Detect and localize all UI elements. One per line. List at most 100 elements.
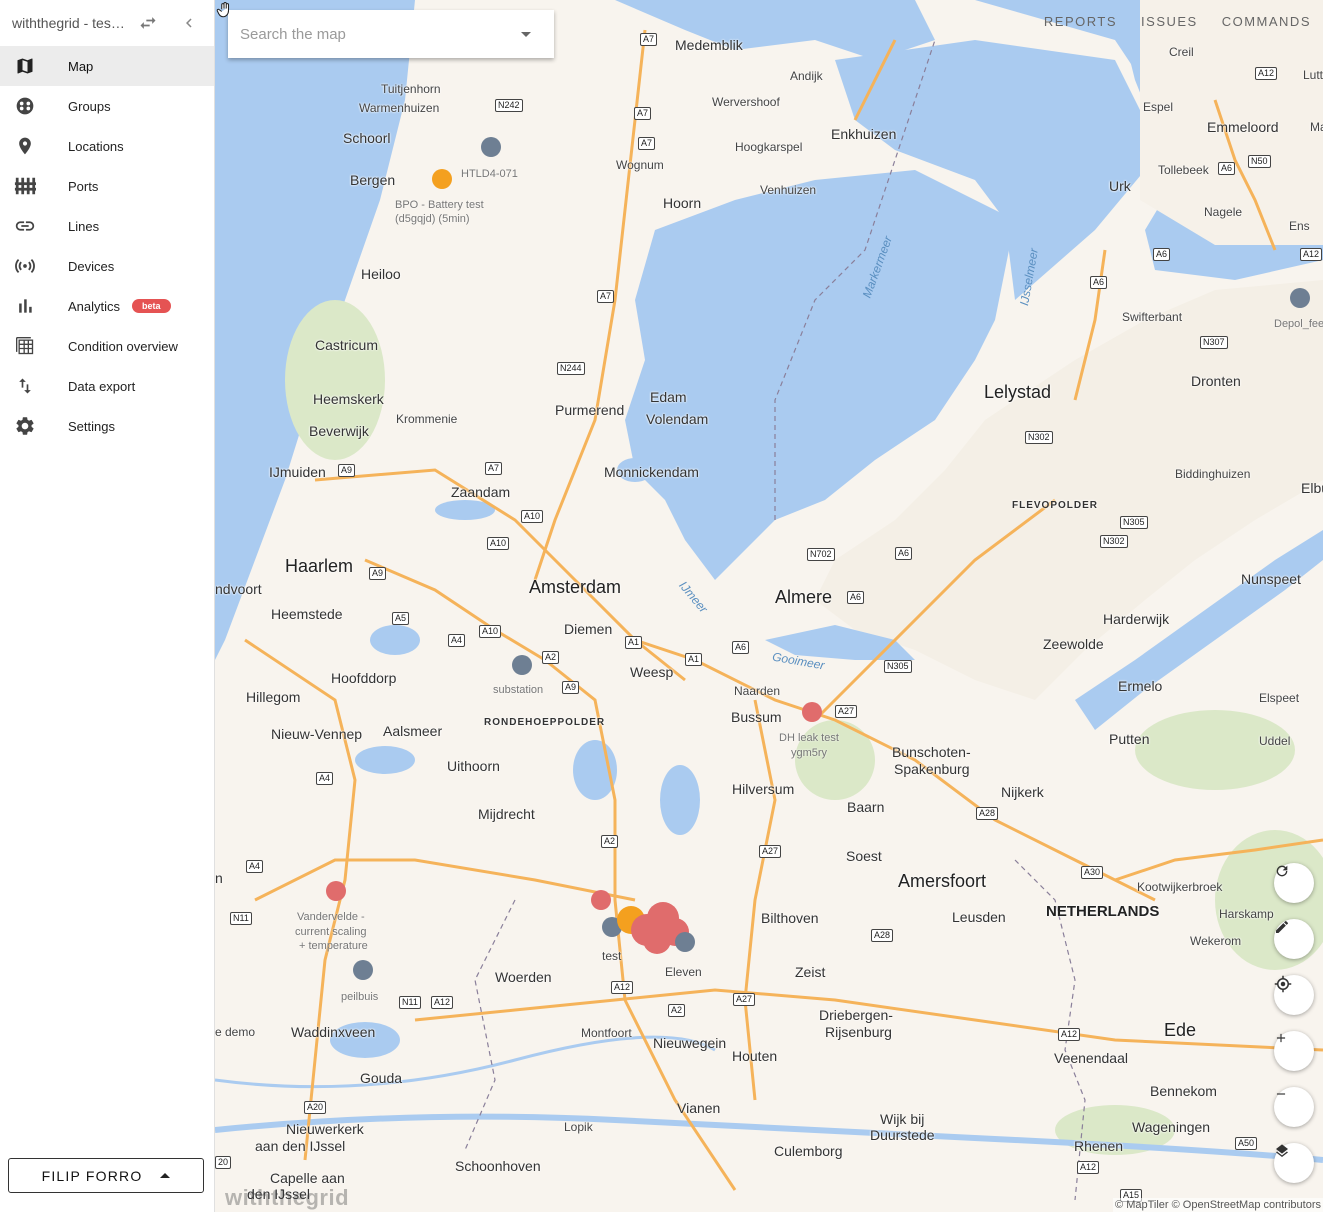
place-label: Krommenie <box>396 412 458 426</box>
nav-commands[interactable]: COMMANDS <box>1210 14 1323 29</box>
road-shield: A2 <box>668 1004 686 1017</box>
marker-label[interactable]: Vandervelde - <box>297 911 365 923</box>
marker-label[interactable]: substation <box>493 684 543 696</box>
place-label: Duurstede <box>870 1127 935 1143</box>
place-label: Dronten <box>1191 373 1241 389</box>
marker-label[interactable]: peilbuis <box>341 991 378 1003</box>
place-label: Wijk bij <box>880 1111 925 1127</box>
place-label: Waddinxveen <box>291 1024 376 1040</box>
place-label: Volendam <box>646 411 709 427</box>
nav-item-map[interactable]: Map <box>0 46 214 86</box>
place-label: Hilversum <box>732 781 795 797</box>
road-shield: A6 <box>847 591 865 604</box>
zoom-out-icon <box>1276 1093 1286 1095</box>
place-label: Bunschoten- <box>892 744 971 760</box>
groups-icon <box>14 95 36 117</box>
place-label: Beverwijk <box>309 423 369 439</box>
place-label: Bussum <box>731 709 782 725</box>
nav-item-groups[interactable]: Groups <box>0 86 214 126</box>
road-shield: N702 <box>807 548 835 561</box>
marker-label[interactable]: (d5gqjd) (5min) <box>395 213 470 225</box>
marker-label[interactable]: BPO - Battery test <box>395 199 484 211</box>
place-label: Nieuw-Vennep <box>271 726 363 742</box>
marker-label[interactable]: current scaling <box>295 926 367 938</box>
marker-label[interactable]: DH leak test <box>779 732 839 744</box>
map-canvas[interactable]: Medemblik Andijk Wervershoof Enkhuizen H… <box>215 0 1323 1212</box>
place-label: Veenendaal <box>1054 1050 1128 1066</box>
road-shield: A7 <box>485 462 503 475</box>
user-menu-button[interactable]: FILIP FORRO <box>8 1158 204 1193</box>
zoom-in-icon <box>1276 1033 1286 1043</box>
place-label: Nieuwerkerk <box>286 1121 364 1137</box>
nav-reports[interactable]: REPORTS <box>1032 14 1129 29</box>
nav-item-settings[interactable]: Settings <box>0 406 214 446</box>
refresh-button[interactable] <box>1274 863 1314 903</box>
road-shield: A20 <box>304 1101 327 1114</box>
place-label: Tuitjenhorn <box>381 82 441 96</box>
nav-item-lines[interactable]: Lines <box>0 206 214 246</box>
marker-label[interactable]: + temperature <box>299 940 368 952</box>
nav-item-data-export[interactable]: Data export <box>0 366 214 406</box>
place-label: Capelle aan <box>270 1170 345 1186</box>
nav-item-analytics[interactable]: Analytics beta <box>0 286 214 326</box>
place-label: Haarlem <box>285 556 354 576</box>
country-label: NETHERLANDS <box>1046 903 1160 920</box>
location-pin-icon <box>14 135 36 157</box>
nav-item-ports[interactable]: Ports <box>0 166 214 206</box>
place-label: Heemstede <box>271 606 343 622</box>
road-shield: A12 <box>1058 1028 1081 1041</box>
nav-label: Groups <box>68 98 111 114</box>
place-label: Wekerom <box>1190 934 1242 948</box>
road-shield: A4 <box>316 772 334 785</box>
workspace-title[interactable]: withthegrid - tes… <box>12 15 130 31</box>
zoom-in-button[interactable] <box>1274 1031 1314 1071</box>
locate-button[interactable] <box>1274 975 1314 1015</box>
road-shield: A12 <box>1300 248 1323 261</box>
road-shield: A2 <box>542 651 560 664</box>
place-label: Andijk <box>790 69 823 83</box>
place-label: Kootwijkerbroek <box>1137 880 1223 894</box>
road-shield: N242 <box>495 99 523 112</box>
nav-label: Ports <box>68 178 99 194</box>
dropdown-caret-icon[interactable] <box>521 32 531 37</box>
nav-item-devices[interactable]: Devices <box>0 246 214 286</box>
nav-item-locations[interactable]: Locations <box>0 126 214 166</box>
place-label: ndvoort <box>215 581 262 597</box>
road-shield: N50 <box>1248 155 1271 168</box>
top-nav: REPORTS ISSUES COMMANDS <box>1032 14 1323 29</box>
road-shield: N305 <box>884 660 912 673</box>
nav-item-condition-overview[interactable]: Condition overview <box>0 326 214 366</box>
locate-icon <box>1274 975 1292 993</box>
road-shield: A4 <box>246 860 264 873</box>
place-label: Bennekom <box>1150 1083 1217 1099</box>
nav-label: Map <box>68 58 94 74</box>
nav-issues[interactable]: ISSUES <box>1129 14 1210 29</box>
search-input[interactable] <box>240 25 510 43</box>
swap-icon[interactable] <box>138 13 158 33</box>
place-label: Edam <box>650 389 687 405</box>
marker-label[interactable]: ygm5ry <box>791 747 827 759</box>
place-label: Schoorl <box>343 130 391 146</box>
edit-button[interactable] <box>1274 919 1314 959</box>
road-shield: A6 <box>1090 276 1108 289</box>
place-label: Espel <box>1143 100 1174 114</box>
place-label: Weesp <box>630 664 674 680</box>
place-label: Hoofddorp <box>331 670 397 686</box>
app-root: withthegrid - tes… Map Groups Locations … <box>0 0 1323 1212</box>
zoom-out-button[interactable] <box>1274 1087 1314 1127</box>
layers-button[interactable] <box>1274 1143 1314 1183</box>
place-label: Rhenen <box>1074 1138 1124 1154</box>
road-shield: A10 <box>521 510 544 523</box>
map-search[interactable] <box>228 10 554 58</box>
map-attribution[interactable]: © MapTiler © OpenStreetMap contributors <box>1113 1198 1323 1212</box>
marker-label[interactable]: HTLD4-071 <box>461 168 518 180</box>
chevron-left-icon[interactable] <box>180 13 198 33</box>
place-label: Culemborg <box>774 1143 843 1159</box>
road-shield: A6 <box>895 547 913 560</box>
place-label: Driebergen- <box>819 1007 893 1023</box>
road-shield: A1 <box>685 653 703 666</box>
marker-label[interactable]: Depol_feedb <box>1274 318 1323 330</box>
road-shield: A12 <box>1077 1161 1100 1174</box>
place-label: Bilthoven <box>761 910 819 926</box>
road-shield: A30 <box>1081 866 1104 879</box>
